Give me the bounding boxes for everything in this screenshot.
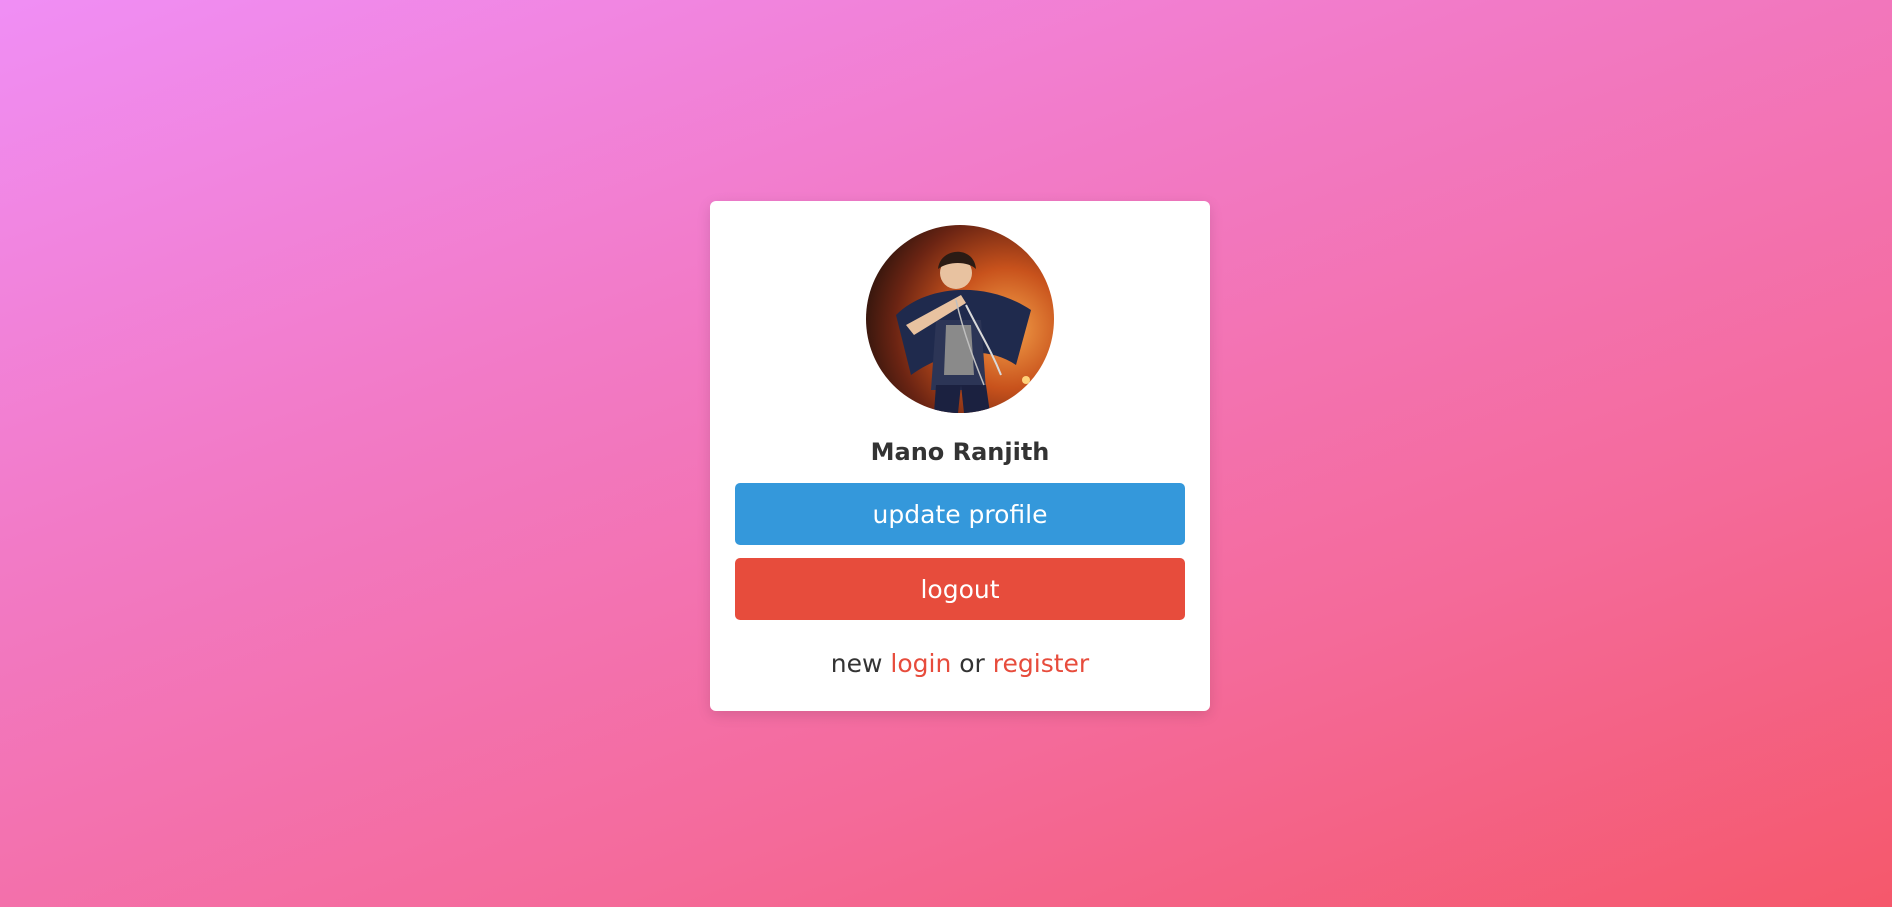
profile-card: Mano Ranjith update profile logout new l… (710, 201, 1210, 711)
register-link[interactable]: register (993, 649, 1089, 678)
footer-separator-text: or (959, 649, 985, 678)
footer-prefix-text: new (830, 649, 883, 678)
login-link[interactable]: login (890, 649, 951, 678)
profile-name: Mano Ranjith (870, 438, 1050, 466)
avatar-image (866, 225, 1054, 413)
auth-links: new login or register (735, 648, 1185, 680)
avatar (866, 225, 1054, 413)
update-profile-button[interactable]: update profile (735, 483, 1185, 545)
logout-button[interactable]: logout (735, 558, 1185, 620)
